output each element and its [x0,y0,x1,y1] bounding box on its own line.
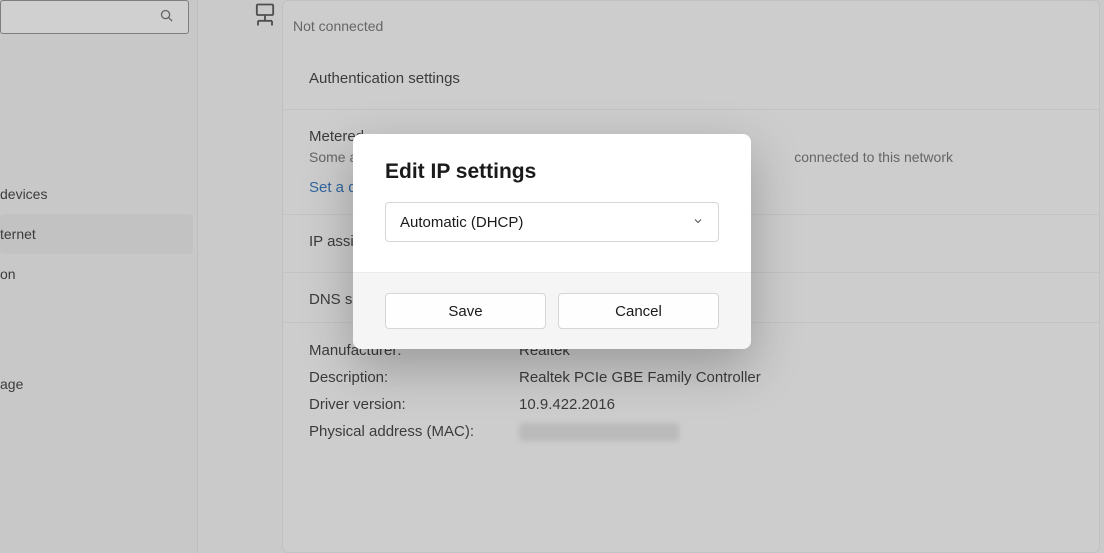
dropdown-value: Automatic (DHCP) [400,214,523,231]
chevron-down-icon [692,214,704,231]
dialog-title: Edit IP settings [385,160,719,184]
app-root: devices ternet on age Ethernet [0,0,1104,553]
ip-mode-dropdown[interactable]: Automatic (DHCP) [385,202,719,242]
modal-overlay: Edit IP settings Automatic (DHCP) Save C… [0,0,1104,553]
save-button[interactable]: Save [385,293,546,329]
cancel-button[interactable]: Cancel [558,293,719,329]
edit-ip-dialog: Edit IP settings Automatic (DHCP) Save C… [353,134,751,349]
